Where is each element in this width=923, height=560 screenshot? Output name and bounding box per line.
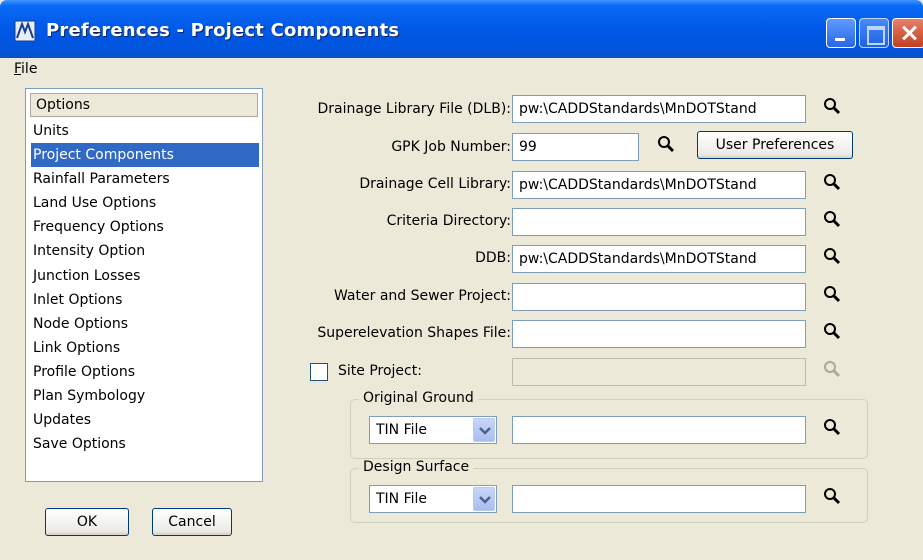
option-item[interactable]: Junction Losses <box>31 264 259 288</box>
design-surface-type-select[interactable]: TIN File <box>369 485 497 513</box>
browse-original-ground-icon[interactable] <box>822 417 842 437</box>
option-item[interactable]: Save Options <box>31 432 259 456</box>
option-item[interactable]: Project Components <box>31 143 259 168</box>
water-sewer-label: Water and Sewer Project: <box>333 288 511 304</box>
original-ground-type-select[interactable]: TIN File <box>369 416 497 444</box>
water-sewer-field[interactable] <box>512 283 806 311</box>
options-items: Units Project Components Rainfall Paramete… <box>26 119 262 456</box>
design-surface-title: Design Surface <box>359 459 474 475</box>
minimize-button[interactable] <box>826 18 856 48</box>
browse-criteria-dir-icon[interactable] <box>822 209 842 229</box>
title-bar[interactable]: Preferences - Project Components <box>0 0 923 58</box>
menu-bar: File <box>0 58 923 82</box>
cancel-button[interactable]: Cancel <box>152 508 232 536</box>
browse-gpk-job-icon[interactable] <box>656 134 676 154</box>
ddb-label: DDB: <box>475 250 511 266</box>
gpk-job-label: GPK Job Number: <box>391 139 511 155</box>
original-ground-title: Original Ground <box>359 390 478 406</box>
options-header[interactable]: Options <box>30 93 258 117</box>
option-item[interactable]: Profile Options <box>31 360 259 384</box>
app-icon <box>14 20 36 42</box>
criteria-dir-label: Criteria Directory: <box>386 213 511 229</box>
browse-site-project-icon <box>824 361 841 378</box>
option-item[interactable]: Rainfall Parameters <box>31 167 259 191</box>
ok-button[interactable]: OK <box>45 508 129 536</box>
option-item[interactable]: Updates <box>31 408 259 432</box>
option-item[interactable]: Land Use Options <box>31 191 259 215</box>
option-item[interactable]: Intensity Option <box>31 239 259 263</box>
original-ground-file-field[interactable] <box>512 416 806 444</box>
menu-file-rest: ile <box>21 61 38 77</box>
option-item[interactable]: Plan Symbology <box>31 384 259 408</box>
ddb-field[interactable]: pw:\CADDStandards\MnDOTStand <box>512 245 806 273</box>
option-item[interactable]: Link Options <box>31 336 259 360</box>
criteria-dir-field[interactable] <box>512 208 806 236</box>
options-list[interactable]: Options Units Project Components Rainfall … <box>25 88 263 482</box>
option-item[interactable]: Frequency Options <box>31 215 259 239</box>
option-item[interactable]: Units <box>31 119 259 143</box>
window-title: Preferences - Project Components <box>46 20 400 41</box>
browse-drainage-cell-icon[interactable] <box>822 172 842 192</box>
option-item[interactable]: Node Options <box>31 312 259 336</box>
site-project-field <box>512 358 806 386</box>
original-ground-type-value: TIN File <box>376 422 428 438</box>
browse-ddb-icon[interactable] <box>822 246 842 266</box>
option-item[interactable]: Inlet Options <box>31 288 259 312</box>
chevron-down-icon[interactable] <box>473 487 495 511</box>
design-surface-type-value: TIN File <box>376 491 428 507</box>
browse-drainage-library-icon[interactable] <box>822 96 842 116</box>
drainage-library-field[interactable]: pw:\CADDStandards\MnDOTStand <box>512 95 806 123</box>
browse-design-surface-icon[interactable] <box>822 486 842 506</box>
maximize-button[interactable] <box>859 18 889 48</box>
menu-file-mnemonic: F <box>14 61 22 77</box>
drainage-cell-field[interactable]: pw:\CADDStandards\MnDOTStand <box>512 171 806 199</box>
user-preferences-button[interactable]: User Preferences <box>697 131 853 159</box>
site-project-checkbox[interactable] <box>310 363 328 381</box>
drainage-cell-label: Drainage Cell Library: <box>359 176 511 192</box>
gpk-job-field[interactable]: 99 <box>512 133 639 161</box>
browse-water-sewer-icon[interactable] <box>822 284 842 304</box>
superelevation-label: Superelevation Shapes File: <box>317 325 511 341</box>
close-button[interactable] <box>892 18 923 48</box>
design-surface-file-field[interactable] <box>512 485 806 513</box>
chevron-down-icon[interactable] <box>473 418 495 442</box>
browse-superelevation-icon[interactable] <box>822 321 842 341</box>
menu-file[interactable]: File <box>14 61 37 77</box>
drainage-library-label: Drainage Library File (DLB): <box>317 101 511 117</box>
superelevation-field[interactable] <box>512 320 806 348</box>
site-project-label: Site Project: <box>338 363 422 379</box>
